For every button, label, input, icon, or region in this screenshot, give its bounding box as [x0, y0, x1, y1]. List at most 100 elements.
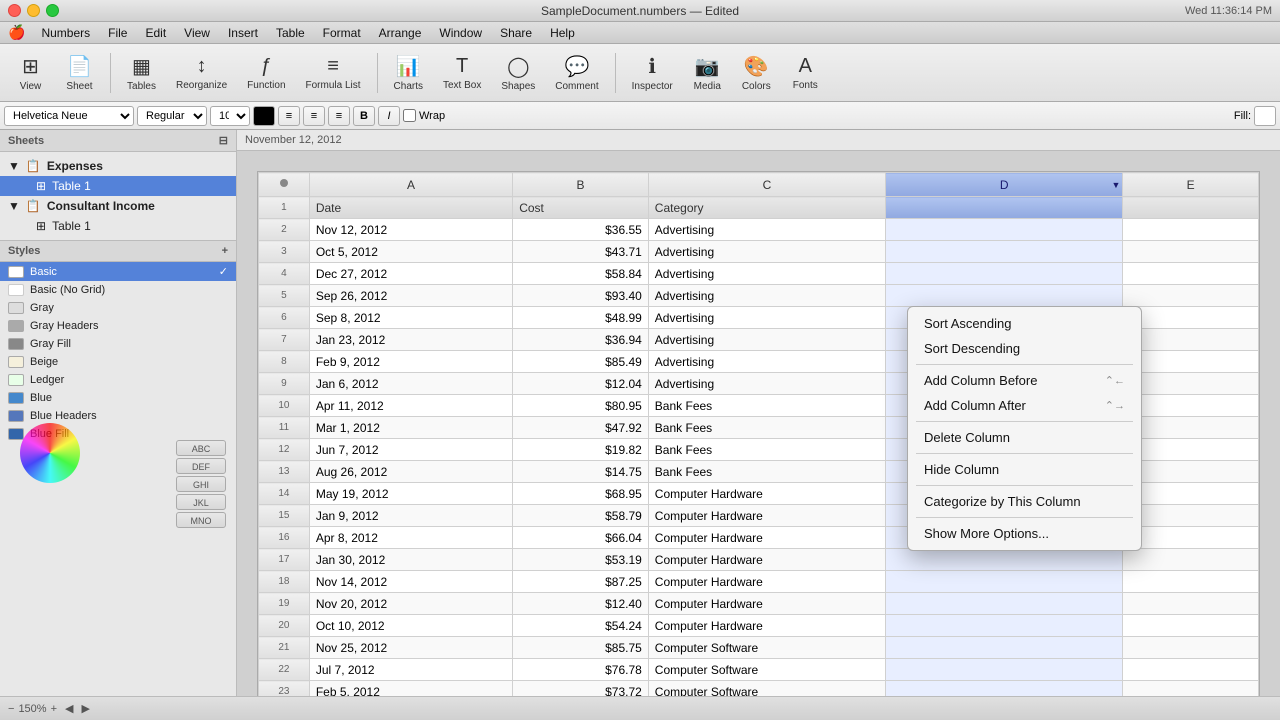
col-e-cell[interactable] — [1123, 263, 1259, 285]
category-cell[interactable]: Bank Fees — [648, 439, 885, 461]
align-center-btn[interactable]: ≡ — [303, 106, 325, 126]
traffic-lights[interactable] — [8, 4, 59, 17]
table-row[interactable]: 2 Nov 12, 2012 $36.55 Advertising — [259, 219, 1259, 241]
col-d-dropdown-arrow[interactable]: ▼ — [1111, 180, 1120, 190]
zoom-control[interactable]: − 150% + — [8, 703, 57, 715]
text-color-box[interactable] — [253, 106, 275, 126]
cost-cell[interactable]: $85.49 — [513, 351, 649, 373]
fill-color-box[interactable] — [1254, 106, 1276, 126]
col-header-d[interactable]: D ▼ — [886, 173, 1123, 197]
category-cell[interactable]: Computer Hardware — [648, 593, 885, 615]
toolbar-function[interactable]: ƒ Function — [239, 51, 293, 95]
date-cell[interactable]: Apr 11, 2012 — [309, 395, 512, 417]
date-cell[interactable]: May 19, 2012 — [309, 483, 512, 505]
table-row[interactable]: 22 Jul 7, 2012 $76.78 Computer Software — [259, 659, 1259, 681]
cost-cell[interactable]: $93.40 — [513, 285, 649, 307]
minimize-button[interactable] — [27, 4, 40, 17]
table-row[interactable]: 5 Sep 26, 2012 $93.40 Advertising — [259, 285, 1259, 307]
cost-cell[interactable]: $76.78 — [513, 659, 649, 681]
mini-btn-1[interactable]: ABC — [176, 440, 226, 456]
col-d-cell[interactable] — [886, 571, 1123, 593]
date-cell[interactable]: Nov 25, 2012 — [309, 637, 512, 659]
menu-format[interactable]: Format — [315, 24, 369, 42]
col-header-e[interactable]: E — [1123, 173, 1259, 197]
col-e-cell[interactable] — [1123, 681, 1259, 697]
toolbar-shapes[interactable]: ◯ Shapes — [493, 50, 543, 96]
cost-cell[interactable]: $73.72 — [513, 681, 649, 697]
col-e-cell[interactable] — [1123, 395, 1259, 417]
date-cell[interactable]: Jan 6, 2012 — [309, 373, 512, 395]
menu-share[interactable]: Share — [492, 24, 540, 42]
date-cell[interactable]: Nov 20, 2012 — [309, 593, 512, 615]
col-d-cell[interactable] — [886, 615, 1123, 637]
toolbar-inspector[interactable]: ℹ Inspector — [624, 50, 681, 96]
mini-btn-4[interactable]: JKL — [176, 494, 226, 510]
toolbar-text-box[interactable]: T Text Box — [435, 51, 489, 95]
col-d-cell[interactable] — [886, 659, 1123, 681]
col-e-cell[interactable] — [1123, 483, 1259, 505]
col-e-cell[interactable] — [1123, 571, 1259, 593]
category-cell[interactable]: Computer Hardware — [648, 527, 885, 549]
cost-cell[interactable]: $12.40 — [513, 593, 649, 615]
category-cell[interactable]: Advertising — [648, 241, 885, 263]
mini-btn-5[interactable]: MNO — [176, 512, 226, 528]
cost-cell[interactable]: $58.84 — [513, 263, 649, 285]
col-header-b[interactable]: B — [513, 173, 649, 197]
col-e-cell[interactable] — [1123, 615, 1259, 637]
style-gray[interactable]: Gray — [0, 299, 236, 317]
cost-cell[interactable]: $68.95 — [513, 483, 649, 505]
font-size-select[interactable]: 10 — [210, 106, 250, 126]
category-cell[interactable]: Advertising — [648, 373, 885, 395]
col-e-cell[interactable] — [1123, 637, 1259, 659]
toolbar-fonts[interactable]: A Fonts — [783, 51, 828, 95]
ctx-add-col-after[interactable]: Add Column After ⌃→ — [908, 393, 1141, 418]
table-row[interactable]: 23 Feb 5, 2012 $73.72 Computer Software — [259, 681, 1259, 697]
category-cell[interactable]: Bank Fees — [648, 461, 885, 483]
toolbar-tables[interactable]: ▦ Tables — [119, 50, 164, 96]
col-d-cell[interactable] — [886, 637, 1123, 659]
toolbar-colors[interactable]: 🎨 Colors — [734, 50, 779, 96]
cost-cell[interactable]: $36.94 — [513, 329, 649, 351]
style-basic-no-grid[interactable]: Basic (No Grid) — [0, 281, 236, 299]
mini-btn-3[interactable]: GHI — [176, 476, 226, 492]
category-cell[interactable]: Computer Hardware — [648, 483, 885, 505]
date-cell[interactable]: Jul 7, 2012 — [309, 659, 512, 681]
date-cell[interactable]: Apr 8, 2012 — [309, 527, 512, 549]
menu-numbers[interactable]: Numbers — [33, 24, 98, 42]
toolbar-reorganize[interactable]: ↕ Reorganize — [168, 51, 235, 95]
ctx-sort-desc[interactable]: Sort Descending — [908, 336, 1141, 361]
sidebar-item-expenses-table1[interactable]: ⊞ Table 1 — [0, 176, 236, 196]
cost-cell[interactable]: $14.75 — [513, 461, 649, 483]
toolbar-view[interactable]: ⊞ View — [8, 50, 53, 96]
cost-cell[interactable]: $43.71 — [513, 241, 649, 263]
toolbar-formula-list[interactable]: ≡ Formula List — [298, 51, 369, 95]
category-cell[interactable]: Advertising — [648, 307, 885, 329]
col-e-cell[interactable] — [1123, 439, 1259, 461]
apple-menu[interactable]: 🍎 — [8, 24, 25, 41]
col-header-a[interactable]: A — [309, 173, 512, 197]
cost-cell[interactable]: $19.82 — [513, 439, 649, 461]
date-cell[interactable]: Jan 30, 2012 — [309, 549, 512, 571]
category-cell[interactable]: Advertising — [648, 351, 885, 373]
cost-cell[interactable]: $12.04 — [513, 373, 649, 395]
maximize-button[interactable] — [46, 4, 59, 17]
category-cell[interactable]: Bank Fees — [648, 417, 885, 439]
col-e-cell[interactable] — [1123, 285, 1259, 307]
table-row[interactable]: 17 Jan 30, 2012 $53.19 Computer Hardware — [259, 549, 1259, 571]
col-e-cell[interactable] — [1123, 527, 1259, 549]
col-header-c[interactable]: C — [648, 173, 885, 197]
table-row[interactable]: 19 Nov 20, 2012 $12.40 Computer Hardware — [259, 593, 1259, 615]
col-d-cell[interactable] — [886, 593, 1123, 615]
col-d-cell[interactable] — [886, 241, 1123, 263]
col-e-cell[interactable] — [1123, 659, 1259, 681]
cost-cell[interactable]: $87.25 — [513, 571, 649, 593]
col-d-cell[interactable] — [886, 219, 1123, 241]
sidebar-item-consultant-income[interactable]: ▼ 📋 Consultant Income — [0, 196, 236, 216]
date-cell[interactable]: Feb 5, 2012 — [309, 681, 512, 697]
category-cell[interactable]: Advertising — [648, 219, 885, 241]
category-cell[interactable]: Computer Hardware — [648, 505, 885, 527]
styles-add-icon[interactable]: + — [222, 245, 228, 257]
style-blue-headers[interactable]: Blue Headers — [0, 407, 236, 425]
col-e-cell[interactable] — [1123, 593, 1259, 615]
zoom-in-icon[interactable]: + — [51, 703, 57, 715]
